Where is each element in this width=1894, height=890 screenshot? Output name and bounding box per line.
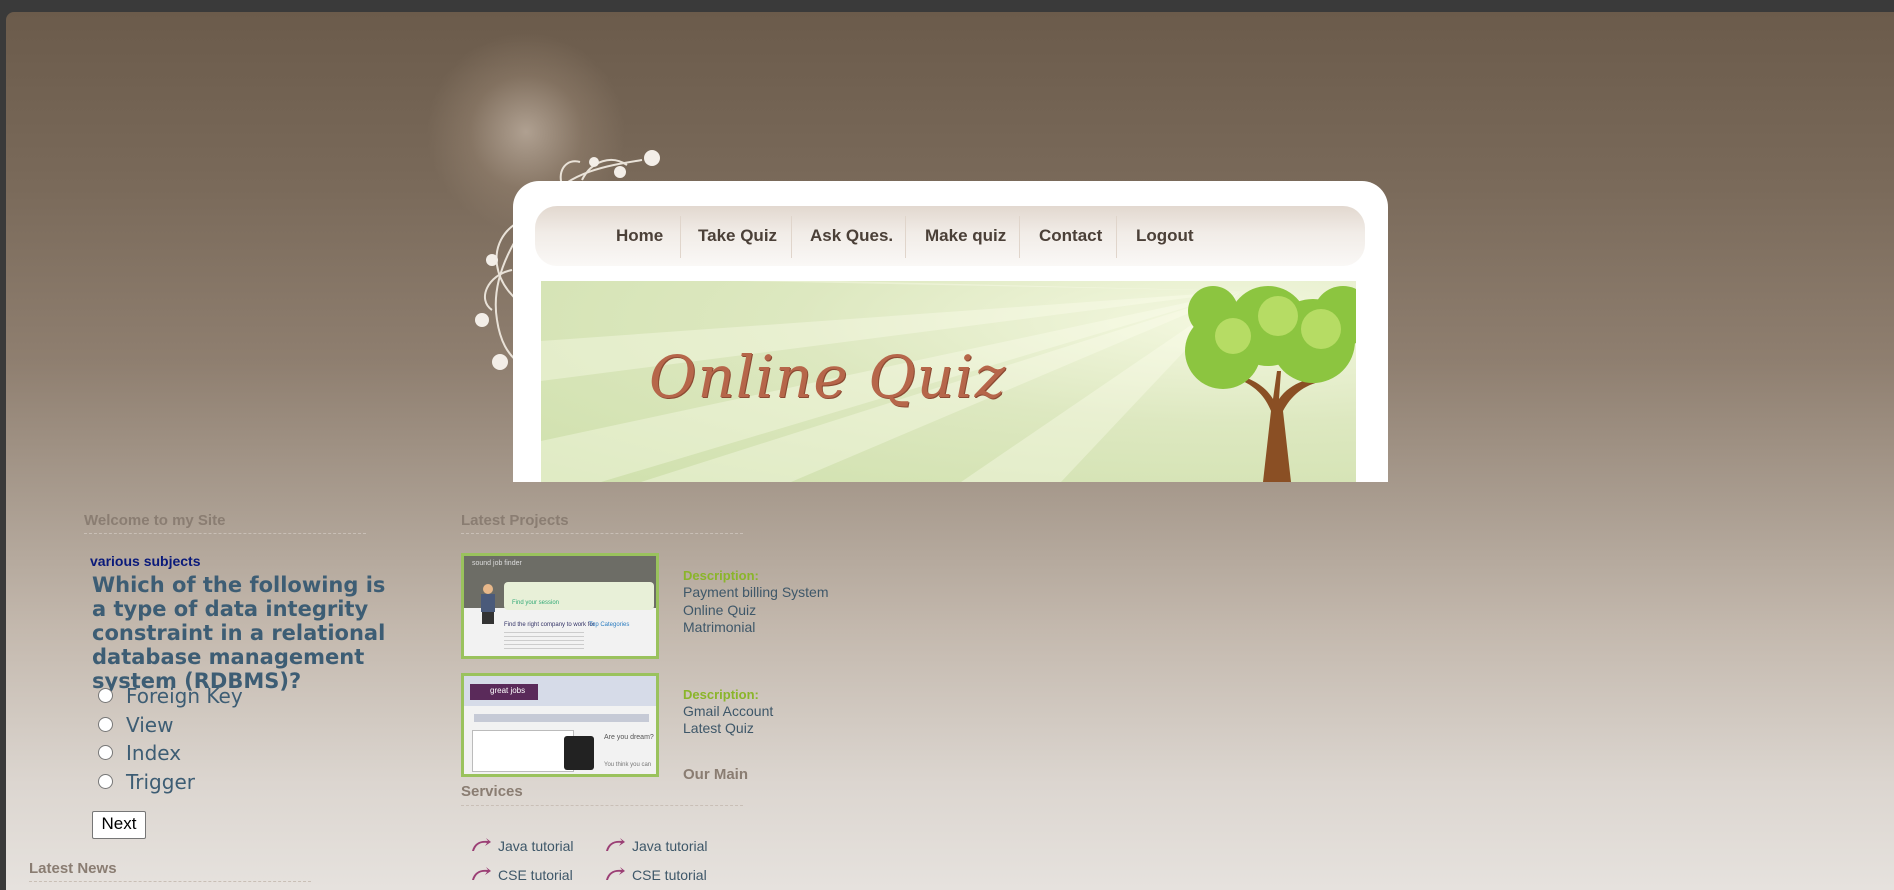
thumb-text: Are you dream?: [604, 734, 654, 741]
person-icon: [478, 584, 498, 624]
service-link[interactable]: Java tutorial: [632, 838, 707, 854]
project-thumbnail[interactable]: sound job finder Find your session Find …: [461, 553, 659, 659]
description-label: Description:: [683, 687, 759, 702]
scrolling-text: various subjects: [90, 553, 201, 569]
nav-separator: [1116, 216, 1117, 258]
thumb-text: sound job finder: [472, 560, 522, 567]
site-banner: Online Quiz: [541, 281, 1356, 482]
tree-icon: [1185, 286, 1356, 482]
nav-separator: [1019, 216, 1020, 258]
service-link[interactable]: CSE tutorial: [498, 867, 573, 883]
latest-projects-heading: Latest Projects: [461, 512, 569, 529]
divider: [461, 533, 743, 534]
arrow-icon: [472, 867, 491, 880]
arrow-icon: [606, 838, 625, 851]
welcome-heading: Welcome to my Site: [84, 512, 226, 529]
option-label: Trigger: [126, 770, 195, 794]
tablet-icon: [564, 736, 594, 770]
nav-separator: [905, 216, 906, 258]
project-line: Payment billing System: [683, 584, 829, 600]
quiz-question: Which of the following is a type of data…: [92, 573, 386, 693]
nav-separator: [680, 216, 681, 258]
arrow-icon: [472, 838, 491, 851]
radio-button[interactable]: [98, 688, 113, 703]
thumb-text: great jobs: [490, 686, 526, 695]
nav-take-quiz[interactable]: Take Quiz: [698, 206, 777, 266]
page-background: Home Take Quiz Ask Ques. Make quiz Conta…: [6, 12, 1894, 890]
next-button[interactable]: Next: [92, 811, 146, 839]
thumb-lines: [504, 632, 584, 650]
project-line: Gmail Account: [683, 703, 774, 719]
service-link[interactable]: Java tutorial: [498, 838, 573, 854]
radio-button[interactable]: [98, 717, 113, 732]
description-label: Description:: [683, 568, 759, 583]
thumb-content: [472, 730, 574, 772]
latest-news-heading: Latest News: [29, 860, 117, 877]
radio-button[interactable]: [98, 774, 113, 789]
nav-contact[interactable]: Contact: [1039, 206, 1102, 266]
header-panel: Home Take Quiz Ask Ques. Make quiz Conta…: [513, 181, 1388, 482]
project-line: Matrimonial: [683, 619, 756, 635]
option-label: View: [126, 713, 174, 737]
nav-separator: [791, 216, 792, 258]
services-heading-part2: Services: [461, 783, 523, 800]
nav-logout[interactable]: Logout: [1136, 206, 1194, 266]
divider: [29, 881, 311, 882]
banner-title: Online Quiz: [649, 343, 1007, 411]
main-nav: Home Take Quiz Ask Ques. Make quiz Conta…: [535, 206, 1365, 266]
project-line: Online Quiz: [683, 602, 757, 618]
nav-make-quiz[interactable]: Make quiz: [925, 206, 1006, 266]
thumb-text: Find your session: [512, 600, 560, 606]
service-link[interactable]: CSE tutorial: [632, 867, 707, 883]
project-line: Latest Quiz: [683, 720, 754, 736]
thumb-text: You think you can: [604, 762, 652, 768]
option-label: Index: [126, 741, 182, 765]
project-thumbnail[interactable]: great jobs Are you dream? You think you …: [461, 673, 659, 777]
services-heading-part1: Our Main: [683, 766, 749, 783]
nav-home[interactable]: Home: [616, 206, 663, 266]
thumb-nav: [474, 714, 649, 722]
divider: [461, 805, 743, 806]
nav-ask-question[interactable]: Ask Ques.: [810, 206, 893, 266]
radio-button[interactable]: [98, 745, 113, 760]
divider: [84, 533, 366, 534]
arrow-icon: [606, 867, 625, 880]
thumb-text: Top Categories: [589, 622, 630, 628]
option-label: Foreign Key: [126, 684, 243, 708]
thumb-text: Find the right company to work for: [504, 622, 595, 628]
